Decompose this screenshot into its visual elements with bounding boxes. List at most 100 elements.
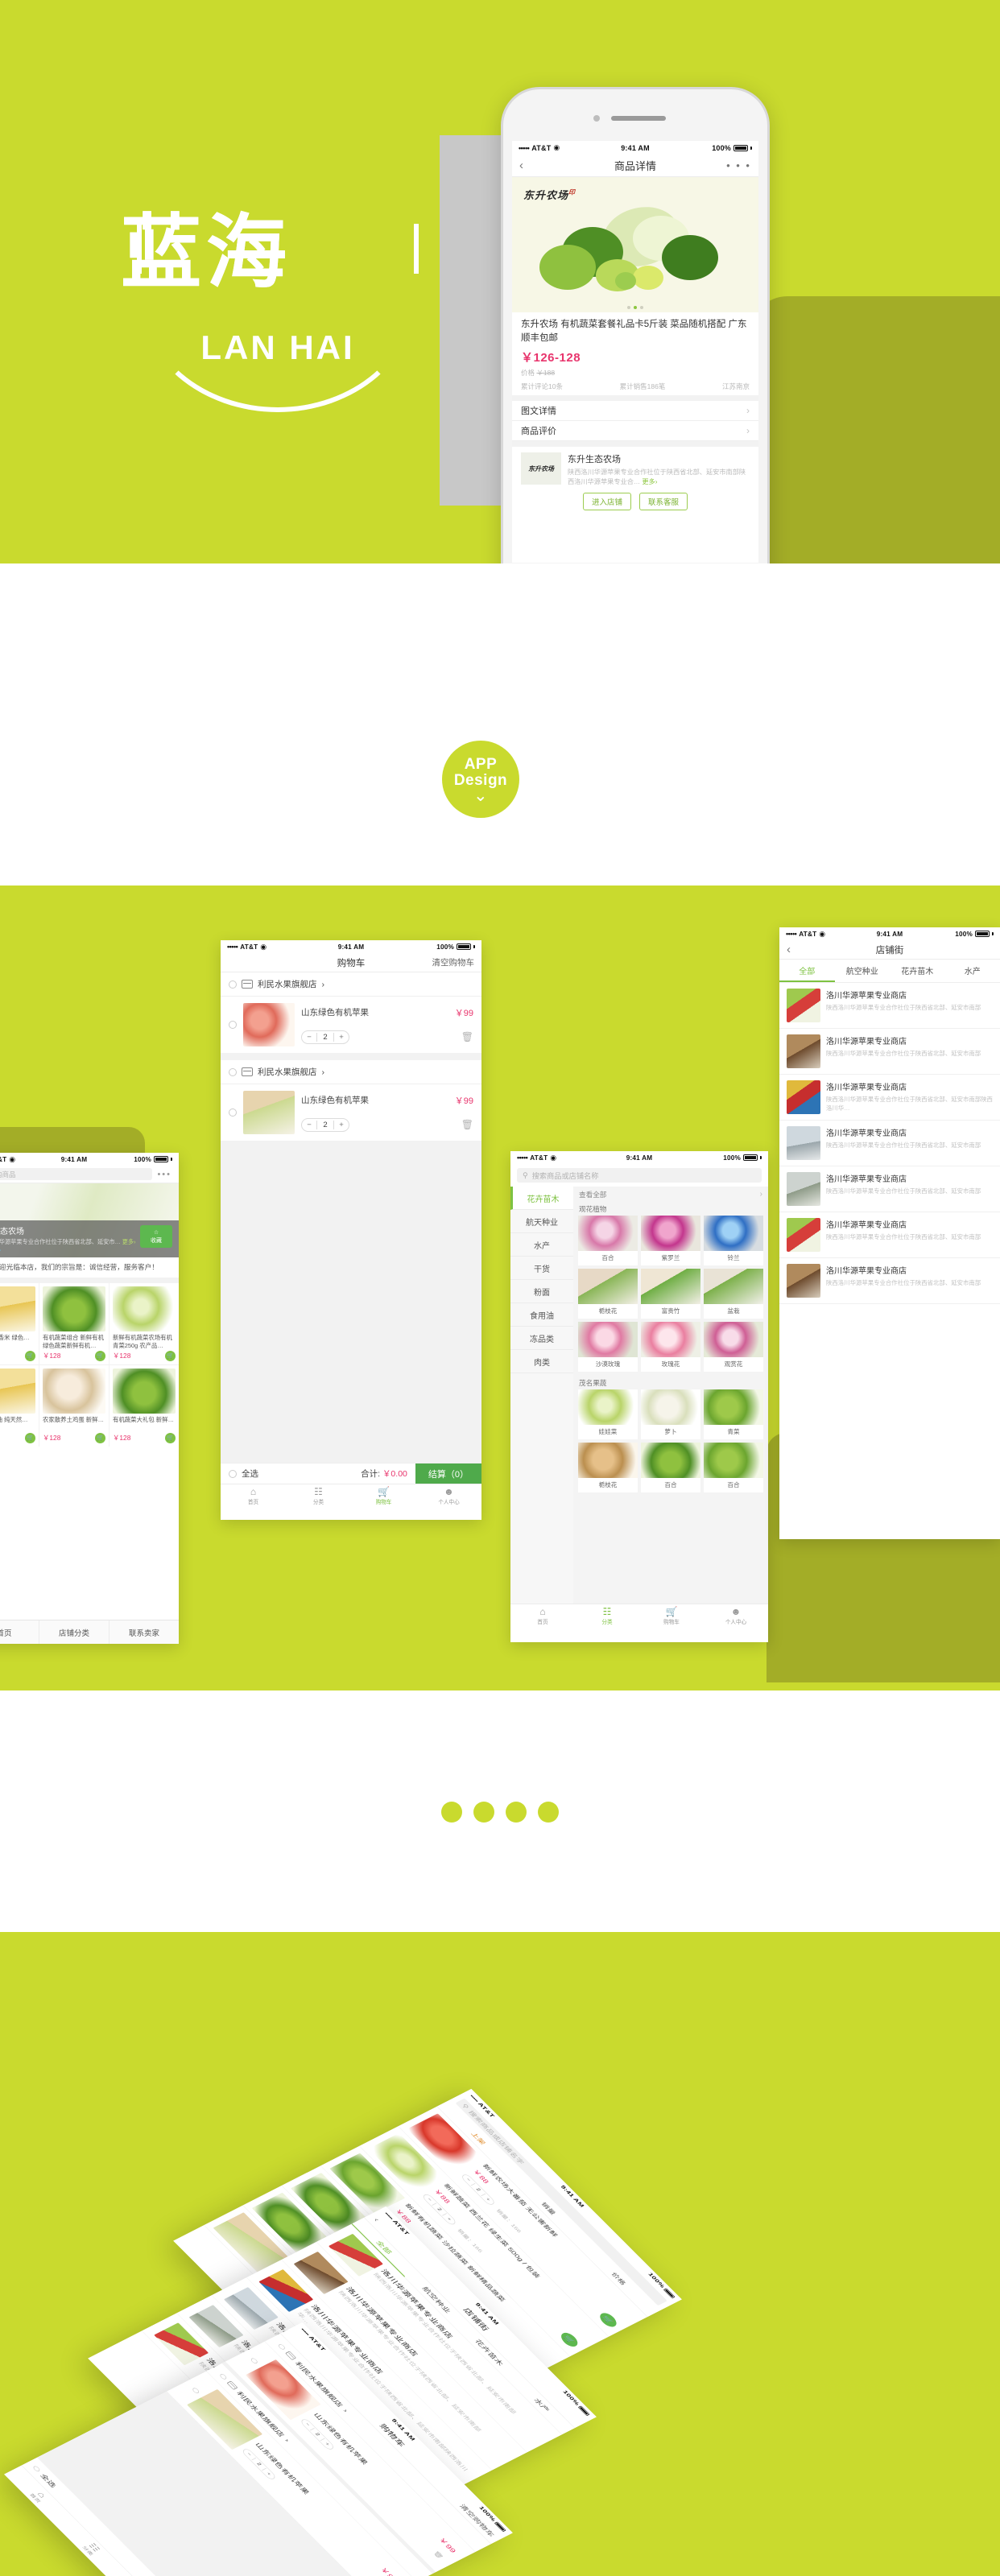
shop-checkbox[interactable] <box>229 980 237 989</box>
store-tab-home[interactable]: 首页 <box>0 1620 39 1644</box>
carousel-dot[interactable] <box>627 306 630 309</box>
sidebar-item-meat[interactable]: 肉类 <box>510 1350 573 1373</box>
add-to-cart-icon[interactable]: 🛒 <box>95 1432 105 1443</box>
carousel-dot-active[interactable] <box>634 306 637 309</box>
back-icon[interactable]: ‹ <box>787 943 791 956</box>
category-item[interactable]: 盆栽 <box>704 1269 763 1319</box>
item-checkbox[interactable] <box>250 2357 259 2365</box>
tab-category[interactable]: ☷ 分类 <box>286 1484 351 1508</box>
clear-cart-button[interactable]: 清空购物车 <box>432 956 475 968</box>
shop-list-item[interactable]: 洛川华源苹果专业商店陕西洛川华源苹果专业合作社位于陕西省北部、延安市南部 <box>779 1029 1000 1075</box>
category-item[interactable]: 萝卜 <box>641 1389 700 1439</box>
store-product-cell[interactable]: 有机食用油 纯天然… ￥128🛒 <box>0 1364 39 1447</box>
shop-list-item[interactable]: 洛川华源苹果专业商店陕西洛川华源苹果专业合作社位于陕西省北部、延安市南部 <box>779 1258 1000 1304</box>
store-tab-contact[interactable]: 联系卖家 <box>110 1620 179 1644</box>
sidebar-item-aerospace-seeds[interactable]: 航天种业 <box>510 1210 573 1233</box>
shop-card[interactable]: 东升农场 东升生态农场 陕西洛川华源苹果专业合作社位于陕西省北部、延安市南部陕西… <box>512 447 758 488</box>
tab-flowers[interactable]: 花卉苗木 <box>890 960 945 982</box>
category-item[interactable]: 百合 <box>641 1443 700 1492</box>
category-item[interactable]: 娃娃菜 <box>578 1389 638 1439</box>
quantity-value[interactable]: 2 <box>316 1032 334 1042</box>
add-to-cart-icon[interactable]: 🛒 <box>25 1432 35 1443</box>
cart-shop-header[interactable]: 利民水果旗舰店 › <box>221 972 481 997</box>
sidebar-item-cooking-oil[interactable]: 食用油 <box>510 1303 573 1327</box>
product-image-carousel[interactable]: 东升农场印 <box>512 177 758 312</box>
tab-home[interactable]: ⌂ 首页 <box>510 1604 575 1628</box>
tab-all[interactable]: 全部 <box>779 960 835 982</box>
sidebar-item-noodles[interactable]: 粉面 <box>510 1280 573 1303</box>
category-item[interactable]: 栀枝花 <box>578 1443 638 1492</box>
store-product-cell[interactable]: 有机蔬菜组合 新鲜有机绿色蔬菜新鲜有机… ￥128 🛒 <box>39 1282 109 1364</box>
category-search-bar[interactable]: ⚲ 搜索商品或店铺名称 <box>510 1164 768 1187</box>
quantity-value[interactable]: 2 <box>316 1120 334 1129</box>
trash-icon[interactable]: 🗑 <box>461 1119 473 1130</box>
select-all-checkbox[interactable] <box>32 2465 42 2472</box>
pagination-dot[interactable] <box>441 1802 462 1823</box>
enter-shop-button[interactable]: 进入店铺 <box>582 493 631 511</box>
sidebar-item-frozen[interactable]: 冻品类 <box>510 1327 573 1350</box>
item-checkbox[interactable] <box>191 2387 200 2394</box>
quantity-stepper[interactable]: − 2 + <box>301 1117 349 1132</box>
store-tab-category[interactable]: 店铺分类 <box>39 1620 110 1644</box>
category-item[interactable]: 铃兰 <box>704 1216 763 1265</box>
back-icon[interactable]: ‹ <box>519 159 523 171</box>
select-all-control[interactable]: 全选 <box>221 1468 258 1480</box>
select-all-checkbox[interactable] <box>229 1469 237 1478</box>
trash-icon[interactable]: 🗑 <box>432 2549 444 2560</box>
tab-aerospace[interactable]: 航空种业 <box>835 960 890 982</box>
decrement-button[interactable]: − <box>302 1033 316 1042</box>
increment-button[interactable]: + <box>334 1121 349 1129</box>
increment-button[interactable]: + <box>481 2194 494 2205</box>
increment-button[interactable]: + <box>334 1033 349 1042</box>
add-to-cart-icon[interactable]: 🛒 <box>95 1350 105 1361</box>
tab-aquatic[interactable]: 水产 <box>945 960 1000 982</box>
app-design-badge[interactable]: APP Design ⌄ <box>442 741 519 818</box>
cart-shop-header[interactable]: 利民水果旗舰店 › <box>221 1060 481 1084</box>
carousel-dots[interactable] <box>512 306 758 309</box>
add-to-cart-icon[interactable]: 🛒 <box>165 1350 176 1361</box>
tab-cart[interactable]: 🛒购物车 <box>639 1604 704 1628</box>
store-more-link[interactable]: 更多› <box>122 1238 136 1245</box>
sidebar-item-aquatic[interactable]: 水产 <box>510 1233 573 1257</box>
category-item[interactable]: 百合 <box>578 1216 638 1265</box>
trash-icon[interactable]: 🗑 <box>461 1031 473 1042</box>
tab-cart[interactable]: 🛒购物车 <box>351 1484 416 1508</box>
increment-button[interactable]: + <box>262 2468 275 2479</box>
category-item[interactable]: 观赏花 <box>704 1322 763 1372</box>
row-image-details[interactable]: 图文详情 › <box>512 401 758 422</box>
favorite-store-button[interactable]: ☆ 收藏 <box>140 1225 172 1248</box>
contact-service-button[interactable]: 联系客服 <box>639 493 688 511</box>
decrement-button[interactable]: − <box>302 1121 316 1129</box>
category-item[interactable]: 沙漠玫瑰 <box>578 1322 638 1372</box>
pagination-dot[interactable] <box>538 1802 559 1823</box>
add-to-cart-icon[interactable]: 🛒 <box>25 1350 35 1361</box>
shop-list-item[interactable]: 洛川华源苹果专业商店 陕西洛川华源苹果专业合作社位于陕西省北部、延安市南部陕西洛川… <box>779 1075 1000 1121</box>
shop-checkbox[interactable] <box>277 2343 287 2351</box>
item-checkbox[interactable] <box>229 1021 237 1029</box>
store-product-cell[interactable]: 农家散养土鸡蛋 新鲜… ￥128 🛒 <box>39 1364 109 1447</box>
row-product-reviews[interactable]: 商品评价 › <box>512 421 758 442</box>
store-product-cell[interactable]: 新鲜有机蔬菜农场有机青菜250g 农产品… ￥128 🛒 <box>110 1282 179 1364</box>
shop-checkbox[interactable] <box>229 1067 237 1076</box>
add-to-cart-icon[interactable]: 🛒 <box>165 1432 176 1443</box>
increment-button[interactable]: + <box>320 2438 333 2450</box>
shop-list-item[interactable]: 洛川华源苹果专业商店陕西洛川华源苹果专业合作社位于陕西省北部、延安市南部 <box>779 1121 1000 1166</box>
pagination-dot[interactable] <box>473 1802 494 1823</box>
category-item[interactable]: 栀枝花 <box>578 1269 638 1319</box>
more-icon[interactable]: ••• <box>157 1170 171 1179</box>
shop-checkbox[interactable] <box>219 2372 229 2380</box>
category-item[interactable]: 百合 <box>704 1443 763 1492</box>
carousel-dot[interactable] <box>640 306 643 309</box>
sidebar-item-flowers[interactable]: 花卉苗木 <box>510 1187 573 1210</box>
increment-button[interactable]: + <box>443 2214 456 2225</box>
quantity-stepper[interactable]: − 2 + <box>301 1030 349 1044</box>
pagination-dot[interactable] <box>506 1802 527 1823</box>
category-item[interactable]: 玫瑰花 <box>641 1322 700 1372</box>
store-search-bar[interactable]: 店铺内商品 ••• <box>0 1166 179 1183</box>
checkout-button[interactable]: 结算（0） <box>415 1463 481 1484</box>
item-checkbox[interactable] <box>229 1108 237 1117</box>
store-product-cell[interactable]: 有机蔬菜大礼包 新鲜… ￥128 🛒 <box>110 1364 179 1447</box>
shop-list-item[interactable]: 洛川华源苹果专业商店陕西洛川华源苹果专业合作社位于陕西省北部、延安市南部 <box>779 983 1000 1029</box>
category-item[interactable]: 青菜 <box>704 1389 763 1439</box>
more-icon[interactable]: • • • <box>726 159 751 171</box>
